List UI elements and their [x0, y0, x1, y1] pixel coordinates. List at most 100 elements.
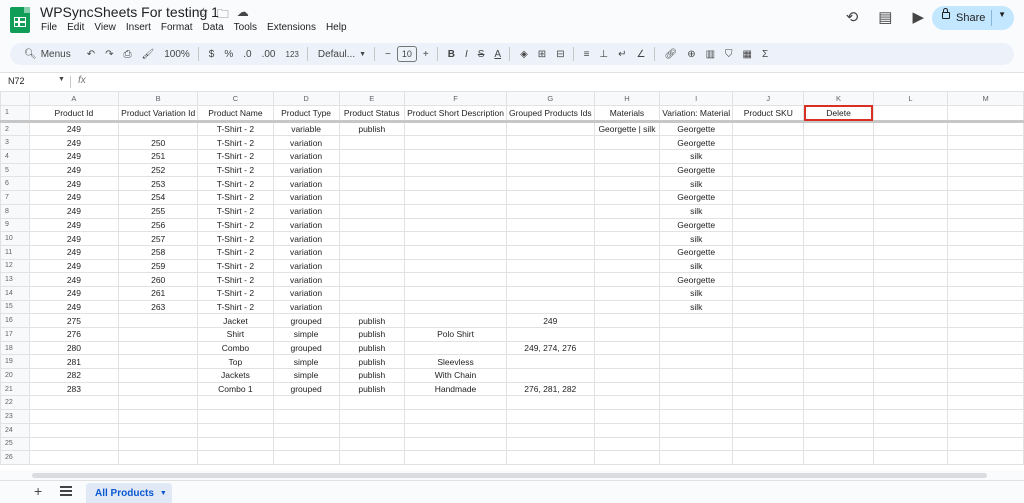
cell-d3[interactable]: variation	[272, 135, 340, 151]
cell-b11[interactable]: 258	[118, 244, 199, 260]
cell-l21[interactable]	[872, 381, 949, 397]
tab-all-products[interactable]: All Products ▼	[86, 483, 172, 503]
cell-i13[interactable]: Georgette	[659, 272, 734, 287]
cell-f25[interactable]	[404, 436, 507, 452]
cell-j20[interactable]	[732, 368, 805, 383]
cell-e15[interactable]	[338, 299, 406, 315]
cell-c24[interactable]	[197, 422, 274, 438]
cell-i11[interactable]: Georgette	[659, 244, 734, 260]
menu-file[interactable]: File	[40, 22, 58, 33]
cell-i25[interactable]	[659, 436, 734, 452]
cell-g1[interactable]: Grouped Products Ids	[505, 104, 595, 123]
cell-l17[interactable]	[872, 327, 949, 342]
cell-table[interactable]: ABCDEFGHIJKLM 1 Product Id Product Variati…	[0, 91, 1024, 465]
cell-e19[interactable]: publish	[338, 354, 406, 370]
cell-e25[interactable]	[338, 436, 406, 452]
cell-g20[interactable]	[505, 368, 595, 383]
meet-icon[interactable]: ▶	[912, 8, 924, 26]
cell-h15[interactable]	[593, 299, 661, 315]
cell-g19[interactable]	[505, 354, 595, 370]
cell-b23[interactable]	[118, 409, 199, 424]
cell-g9[interactable]	[505, 217, 595, 233]
cell-m5[interactable]	[947, 162, 1024, 178]
cell-a2[interactable]: 249	[28, 120, 120, 137]
cell-a10[interactable]: 249	[28, 231, 120, 246]
name-box-dropdown-icon[interactable]: ▼	[58, 76, 65, 83]
row-header[interactable]: 6	[0, 176, 30, 192]
cell-l20[interactable]	[872, 368, 949, 383]
cell-f9[interactable]	[404, 217, 507, 233]
cell-h4[interactable]	[593, 149, 661, 164]
cell-c12[interactable]: T-Shirt - 2	[197, 258, 274, 274]
cell-j24[interactable]	[732, 422, 805, 438]
cell-k23[interactable]	[803, 409, 874, 424]
cell-c15[interactable]: T-Shirt - 2	[197, 299, 274, 315]
cell-g26[interactable]	[505, 450, 595, 465]
cell-c17[interactable]: Shirt	[197, 327, 274, 342]
cell-k16[interactable]	[803, 313, 874, 328]
cell-a20[interactable]: 282	[28, 368, 120, 383]
cell-f23[interactable]	[404, 409, 507, 424]
cell-c10[interactable]: T-Shirt - 2	[197, 231, 274, 246]
cell-j15[interactable]	[732, 299, 805, 315]
cell-h25[interactable]	[593, 436, 661, 452]
italic-icon[interactable]: I	[465, 49, 468, 60]
column-header-e[interactable]: E	[338, 91, 406, 106]
cell-m2[interactable]	[947, 120, 1024, 137]
cell-a11[interactable]: 249	[28, 244, 120, 260]
cell-d2[interactable]: variable	[272, 120, 340, 137]
cell-b21[interactable]	[118, 381, 199, 397]
cell-g4[interactable]	[505, 149, 595, 164]
cell-m24[interactable]	[947, 422, 1024, 438]
cell-g24[interactable]	[505, 422, 595, 438]
cell-k18[interactable]	[803, 340, 874, 356]
cell-h8[interactable]	[593, 203, 661, 219]
cell-b6[interactable]: 253	[118, 176, 199, 192]
bold-icon[interactable]: B	[448, 49, 455, 60]
cell-j5[interactable]	[732, 162, 805, 178]
column-header-i[interactable]: I	[659, 91, 734, 106]
cell-c19[interactable]: Top	[197, 354, 274, 370]
cell-k22[interactable]	[803, 395, 874, 411]
cell-m26[interactable]	[947, 450, 1024, 465]
cell-e18[interactable]: publish	[338, 340, 406, 356]
row-header[interactable]: 9	[0, 217, 30, 233]
cell-h17[interactable]	[593, 327, 661, 342]
cell-e24[interactable]	[338, 422, 406, 438]
cell-b4[interactable]: 251	[118, 149, 199, 164]
cell-h26[interactable]	[593, 450, 661, 465]
cell-j10[interactable]	[732, 231, 805, 246]
row-header[interactable]: 11	[0, 244, 30, 260]
cell-h13[interactable]	[593, 272, 661, 287]
cell-h22[interactable]	[593, 395, 661, 411]
row-header[interactable]: 22	[0, 395, 30, 411]
print-icon[interactable]: ⎙	[124, 49, 132, 60]
insert-link-icon[interactable]: 🔗︎	[665, 49, 678, 60]
cell-c9[interactable]: T-Shirt - 2	[197, 217, 274, 233]
cell-m6[interactable]	[947, 176, 1024, 192]
cell-l22[interactable]	[872, 395, 949, 411]
cell-m11[interactable]	[947, 244, 1024, 260]
cell-a22[interactable]	[28, 395, 120, 411]
cell-j9[interactable]	[732, 217, 805, 233]
cell-g23[interactable]	[505, 409, 595, 424]
cell-g12[interactable]	[505, 258, 595, 274]
column-header-b[interactable]: B	[118, 91, 199, 106]
cell-a15[interactable]: 249	[28, 299, 120, 315]
cell-i23[interactable]	[659, 409, 734, 424]
column-header-c[interactable]: C	[197, 91, 274, 106]
cell-h20[interactable]	[593, 368, 661, 383]
column-header-m[interactable]: M	[947, 91, 1024, 106]
cell-b2[interactable]	[118, 120, 199, 137]
cell-f2[interactable]	[404, 120, 507, 137]
cell-k21[interactable]	[803, 381, 874, 397]
cell-g7[interactable]	[505, 190, 595, 205]
cell-a7[interactable]: 249	[28, 190, 120, 205]
cell-m7[interactable]	[947, 190, 1024, 205]
insert-comment-icon[interactable]: ⊕	[687, 49, 695, 60]
cell-k24[interactable]	[803, 422, 874, 438]
cell-e23[interactable]	[338, 409, 406, 424]
row-header[interactable]: 5	[0, 162, 30, 178]
cell-c16[interactable]: Jacket	[197, 313, 274, 328]
cell-l13[interactable]	[872, 272, 949, 287]
